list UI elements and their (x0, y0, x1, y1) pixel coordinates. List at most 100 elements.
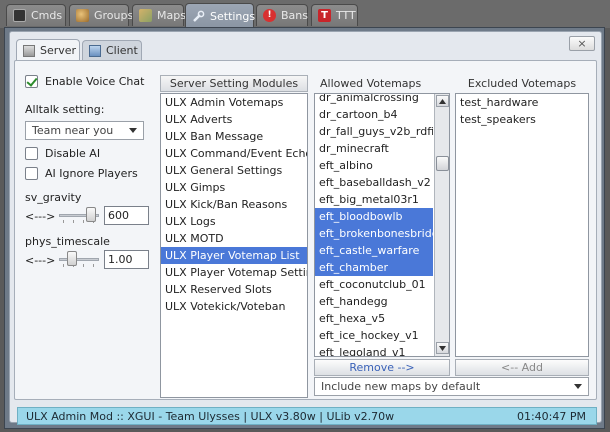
list-item[interactable]: eft_brokenbonesbridge (315, 225, 433, 242)
checkbox-unchecked-icon (25, 167, 38, 180)
scroll-up-button[interactable] (436, 95, 449, 107)
settings-window: Server Client × Enable Voice Chat Alltal… (4, 27, 605, 429)
wrench-icon (192, 10, 205, 23)
list-item[interactable]: eft_handegg (315, 293, 433, 310)
settings-panel: Server Client × Enable Voice Chat Alltal… (9, 31, 602, 425)
ai-ignore-players-checkbox[interactable]: AI Ignore Players (25, 167, 138, 180)
list-item[interactable]: eft_albino (315, 157, 433, 174)
phys-timescale-arrows: <---> (25, 254, 56, 267)
alltalk-dropdown[interactable]: Team near you (25, 121, 144, 140)
allowed-rows: dr_animalcrossing dr_cartoon_b4 dr_fall_gu… (315, 94, 433, 356)
slider-tick (63, 220, 64, 223)
close-button[interactable]: × (569, 36, 595, 51)
list-item[interactable]: ULX Player Votemap List (161, 247, 307, 264)
enable-voice-chat-checkbox[interactable]: Enable Voice Chat (25, 75, 144, 88)
excluded-votemaps-list[interactable]: test_hardware test_speakers (455, 93, 589, 357)
list-item[interactable]: ULX Kick/Ban Reasons (161, 196, 307, 213)
list-item[interactable]: ULX General Settings (161, 162, 307, 179)
scroll-thumb[interactable] (436, 156, 449, 171)
list-item[interactable]: test_hardware (456, 94, 588, 111)
list-item[interactable]: ULX Gimps (161, 179, 307, 196)
tab-label: TTT (336, 9, 356, 22)
tab-ttt[interactable]: T TTT (311, 4, 358, 26)
modules-header: Server Setting Modules (160, 75, 308, 92)
list-item[interactable]: eft_castle_warfare (315, 242, 433, 259)
tab-maps[interactable]: Maps (132, 4, 186, 26)
tab-label: Maps (157, 9, 186, 22)
checkbox-label: AI Ignore Players (45, 167, 138, 180)
remove-button[interactable]: Remove --> (314, 359, 450, 376)
checkbox-checked-icon (25, 75, 38, 88)
scrollbar[interactable] (434, 94, 449, 356)
slider-thumb[interactable] (86, 207, 96, 222)
groups-icon (76, 9, 89, 22)
list-item[interactable]: eft_ice_hockey_v1 (315, 327, 433, 344)
list-item[interactable]: eft_coconutclub_01 (315, 276, 433, 293)
list-item[interactable]: ULX Command/Event Echoes (161, 145, 307, 162)
list-item[interactable]: eft_bloodbowlb (315, 208, 433, 225)
chevron-down-icon (574, 384, 582, 389)
list-item[interactable]: eft_baseballdash_v2 (315, 174, 433, 191)
sv-gravity-arrows: <---> (25, 210, 56, 223)
list-item[interactable]: dr_fall_guys_v2b_rdfix (315, 123, 433, 140)
list-item[interactable]: eft_big_metal03r1 (315, 191, 433, 208)
slider-tick (83, 264, 84, 267)
list-item[interactable]: ULX Player Votemap Settings (161, 264, 307, 281)
sv-gravity-label: sv_gravity (25, 191, 82, 204)
sv-gravity-slider[interactable] (59, 206, 99, 224)
tab-cmds[interactable]: Cmds (6, 4, 66, 26)
chevron-down-icon (439, 345, 446, 351)
tab-label: Cmds (31, 9, 63, 22)
list-item[interactable]: dr_animalcrossing (315, 94, 433, 106)
tab-groups[interactable]: Groups (69, 4, 133, 26)
list-item[interactable]: ULX Admin Votemaps (161, 94, 307, 111)
alltalk-label: Alltalk setting: (25, 103, 105, 116)
list-item[interactable]: dr_minecraft (315, 140, 433, 157)
list-item[interactable]: ULX Adverts (161, 111, 307, 128)
dropdown-value: Team near you (32, 124, 114, 137)
slider-thumb[interactable] (67, 251, 77, 266)
server-settings-body: Enable Voice Chat Alltalk setting: Team … (14, 60, 597, 400)
status-bar: ULX Admin Mod :: XGUI - Team Ulysses | U… (17, 407, 597, 425)
tab-label: Settings (210, 9, 256, 23)
list-item[interactable]: test_speakers (456, 111, 588, 128)
modules-list[interactable]: ULX Admin Votemaps ULX Adverts ULX Ban Mes… (160, 93, 308, 398)
close-icon: × (577, 37, 587, 50)
slider-tick (63, 264, 64, 267)
dropdown-value: Include new maps by default (321, 380, 481, 393)
phys-timescale-slider[interactable] (59, 250, 99, 268)
tab-server[interactable]: Server (16, 39, 80, 61)
list-item[interactable]: eft_hexa_v5 (315, 310, 433, 327)
list-item[interactable]: ULX Reserved Slots (161, 281, 307, 298)
allowed-votemaps-list[interactable]: dr_animalcrossing dr_cartoon_b4 dr_fall_gu… (314, 93, 450, 357)
chevron-down-icon (129, 128, 137, 133)
slider-tick (93, 264, 94, 267)
phys-timescale-input[interactable]: 1.00 (104, 250, 149, 269)
list-item[interactable]: ULX Ban Message (161, 128, 307, 145)
sv-gravity-input[interactable]: 600 (104, 206, 149, 225)
disable-ai-checkbox[interactable]: Disable AI (25, 147, 100, 160)
list-item[interactable]: ULX Logs (161, 213, 307, 230)
phys-timescale-label: phys_timescale (25, 235, 110, 248)
list-item[interactable]: dr_cartoon_b4 (315, 106, 433, 123)
tab-client[interactable]: Client (82, 40, 142, 60)
status-time: 01:40:47 PM (516, 409, 586, 423)
list-item[interactable]: eft_chamber (315, 259, 433, 276)
list-item[interactable]: ULX Votekick/Voteban (161, 298, 307, 315)
status-text: ULX Admin Mod :: XGUI - Team Ulysses | U… (26, 409, 395, 423)
allowed-header: Allowed Votemaps (320, 77, 422, 90)
add-button[interactable]: <-- Add (455, 359, 589, 376)
list-item[interactable]: ULX MOTD (161, 230, 307, 247)
tab-label: Server (40, 44, 77, 57)
checkbox-unchecked-icon (25, 147, 38, 160)
tab-bans[interactable]: ! Bans (256, 4, 308, 26)
ban-icon: ! (263, 9, 276, 22)
excluded-header: Excluded Votemaps (467, 77, 577, 90)
list-item[interactable]: eft_legoland_v1 (315, 344, 433, 356)
tab-label: Groups (94, 9, 134, 22)
slider-tick (73, 220, 74, 223)
scroll-down-button[interactable] (436, 342, 449, 354)
main-tab-bar: Cmds Groups Maps Settings ! Bans T TTT (0, 0, 610, 28)
tab-settings[interactable]: Settings (185, 3, 256, 28)
include-new-maps-dropdown[interactable]: Include new maps by default (314, 377, 589, 396)
